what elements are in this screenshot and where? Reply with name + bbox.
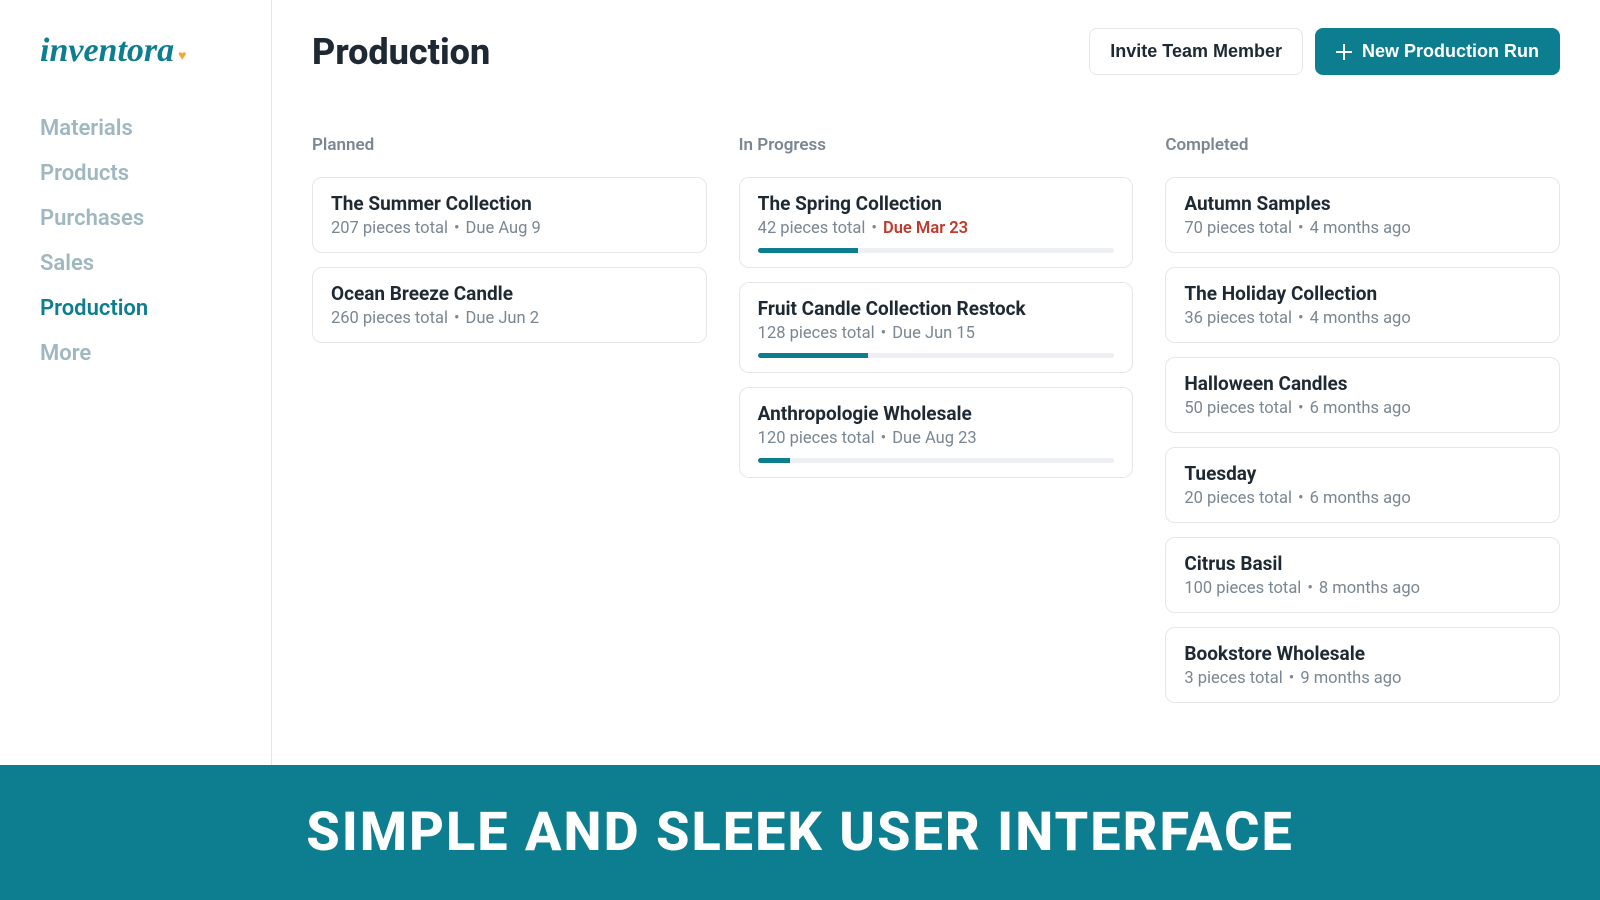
card-title: Citrus Basil (1184, 552, 1541, 575)
card-meta: 207 pieces total • Due Aug 9 (331, 219, 688, 238)
progress-bar (758, 248, 1115, 253)
primary-nav: Materials Products Purchases Sales Produ… (40, 112, 231, 370)
due-overdue: Due Mar 23 (883, 219, 968, 238)
column-header-planned: Planned (312, 135, 707, 155)
sidebar-item-sales[interactable]: Sales (40, 247, 231, 280)
sidebar-item-materials[interactable]: Materials (40, 112, 231, 145)
card-title: Fruit Candle Collection Restock (758, 297, 1115, 320)
page-title: Production (312, 31, 490, 73)
sidebar-item-more[interactable]: More (40, 337, 231, 370)
card-title: The Holiday Collection (1184, 282, 1541, 305)
card-meta: 100 pieces total • 8 months ago (1184, 579, 1541, 598)
new-production-run-button[interactable]: New Production Run (1315, 28, 1560, 75)
progress-fill (758, 353, 869, 358)
kanban-columns: Planned The Summer Collection 207 pieces… (312, 135, 1560, 717)
card-meta: 36 pieces total • 4 months ago (1184, 309, 1541, 328)
production-card[interactable]: Bookstore Wholesale 3 pieces total • 9 m… (1165, 627, 1560, 703)
card-title: Tuesday (1184, 462, 1541, 485)
production-card[interactable]: Fruit Candle Collection Restock 128 piec… (739, 282, 1134, 373)
production-card[interactable]: Ocean Breeze Candle 260 pieces total • D… (312, 267, 707, 343)
card-meta: 260 pieces total • Due Jun 2 (331, 309, 688, 328)
card-meta: 70 pieces total • 4 months ago (1184, 219, 1541, 238)
card-title: Anthropologie Wholesale (758, 402, 1115, 425)
column-completed: Completed Autumn Samples 70 pieces total… (1165, 135, 1560, 717)
column-header-in-progress: In Progress (739, 135, 1134, 155)
header-actions: Invite Team Member New Production Run (1089, 28, 1560, 75)
production-card[interactable]: The Spring Collection 42 pieces total • … (739, 177, 1134, 268)
card-title: Autumn Samples (1184, 192, 1541, 215)
sidebar-item-products[interactable]: Products (40, 157, 231, 190)
card-meta: 20 pieces total • 6 months ago (1184, 489, 1541, 508)
card-meta: 50 pieces total • 6 months ago (1184, 399, 1541, 418)
card-title: The Spring Collection (758, 192, 1115, 215)
card-title: Halloween Candles (1184, 372, 1541, 395)
card-meta: 128 pieces total • Due Jun 15 (758, 324, 1115, 343)
progress-fill (758, 458, 790, 463)
production-card[interactable]: Halloween Candles 50 pieces total • 6 mo… (1165, 357, 1560, 433)
card-meta: 42 pieces total • Due Mar 23 (758, 219, 1115, 238)
card-title: The Summer Collection (331, 192, 688, 215)
production-card[interactable]: The Summer Collection 207 pieces total •… (312, 177, 707, 253)
new-run-label: New Production Run (1362, 41, 1539, 62)
brand-logo: inventora ♥ (40, 32, 231, 70)
card-meta: 3 pieces total • 9 months ago (1184, 669, 1541, 688)
card-title: Ocean Breeze Candle (331, 282, 688, 305)
sidebar-item-production[interactable]: Production (40, 292, 231, 325)
card-meta: 120 pieces total • Due Aug 23 (758, 429, 1115, 448)
column-header-completed: Completed (1165, 135, 1560, 155)
production-card[interactable]: Citrus Basil 100 pieces total • 8 months… (1165, 537, 1560, 613)
brand-name: inventora (40, 32, 174, 70)
invite-team-member-button[interactable]: Invite Team Member (1089, 28, 1303, 75)
plus-icon (1336, 44, 1352, 60)
card-title: Bookstore Wholesale (1184, 642, 1541, 665)
production-card[interactable]: Tuesday 20 pieces total • 6 months ago (1165, 447, 1560, 523)
column-planned: Planned The Summer Collection 207 pieces… (312, 135, 707, 717)
banner-text: SIMPLE AND SLEEK USER INTERFACE (306, 801, 1294, 864)
progress-fill (758, 248, 858, 253)
progress-bar (758, 458, 1115, 463)
production-card[interactable]: The Holiday Collection 36 pieces total •… (1165, 267, 1560, 343)
progress-bar (758, 353, 1115, 358)
marketing-banner: SIMPLE AND SLEEK USER INTERFACE (0, 765, 1600, 900)
production-card[interactable]: Autumn Samples 70 pieces total • 4 month… (1165, 177, 1560, 253)
heart-icon: ♥ (178, 49, 186, 65)
page-header: Production Invite Team Member New Produc… (312, 28, 1560, 75)
production-card[interactable]: Anthropologie Wholesale 120 pieces total… (739, 387, 1134, 478)
column-in-progress: In Progress The Spring Collection 42 pie… (739, 135, 1134, 717)
sidebar-item-purchases[interactable]: Purchases (40, 202, 231, 235)
